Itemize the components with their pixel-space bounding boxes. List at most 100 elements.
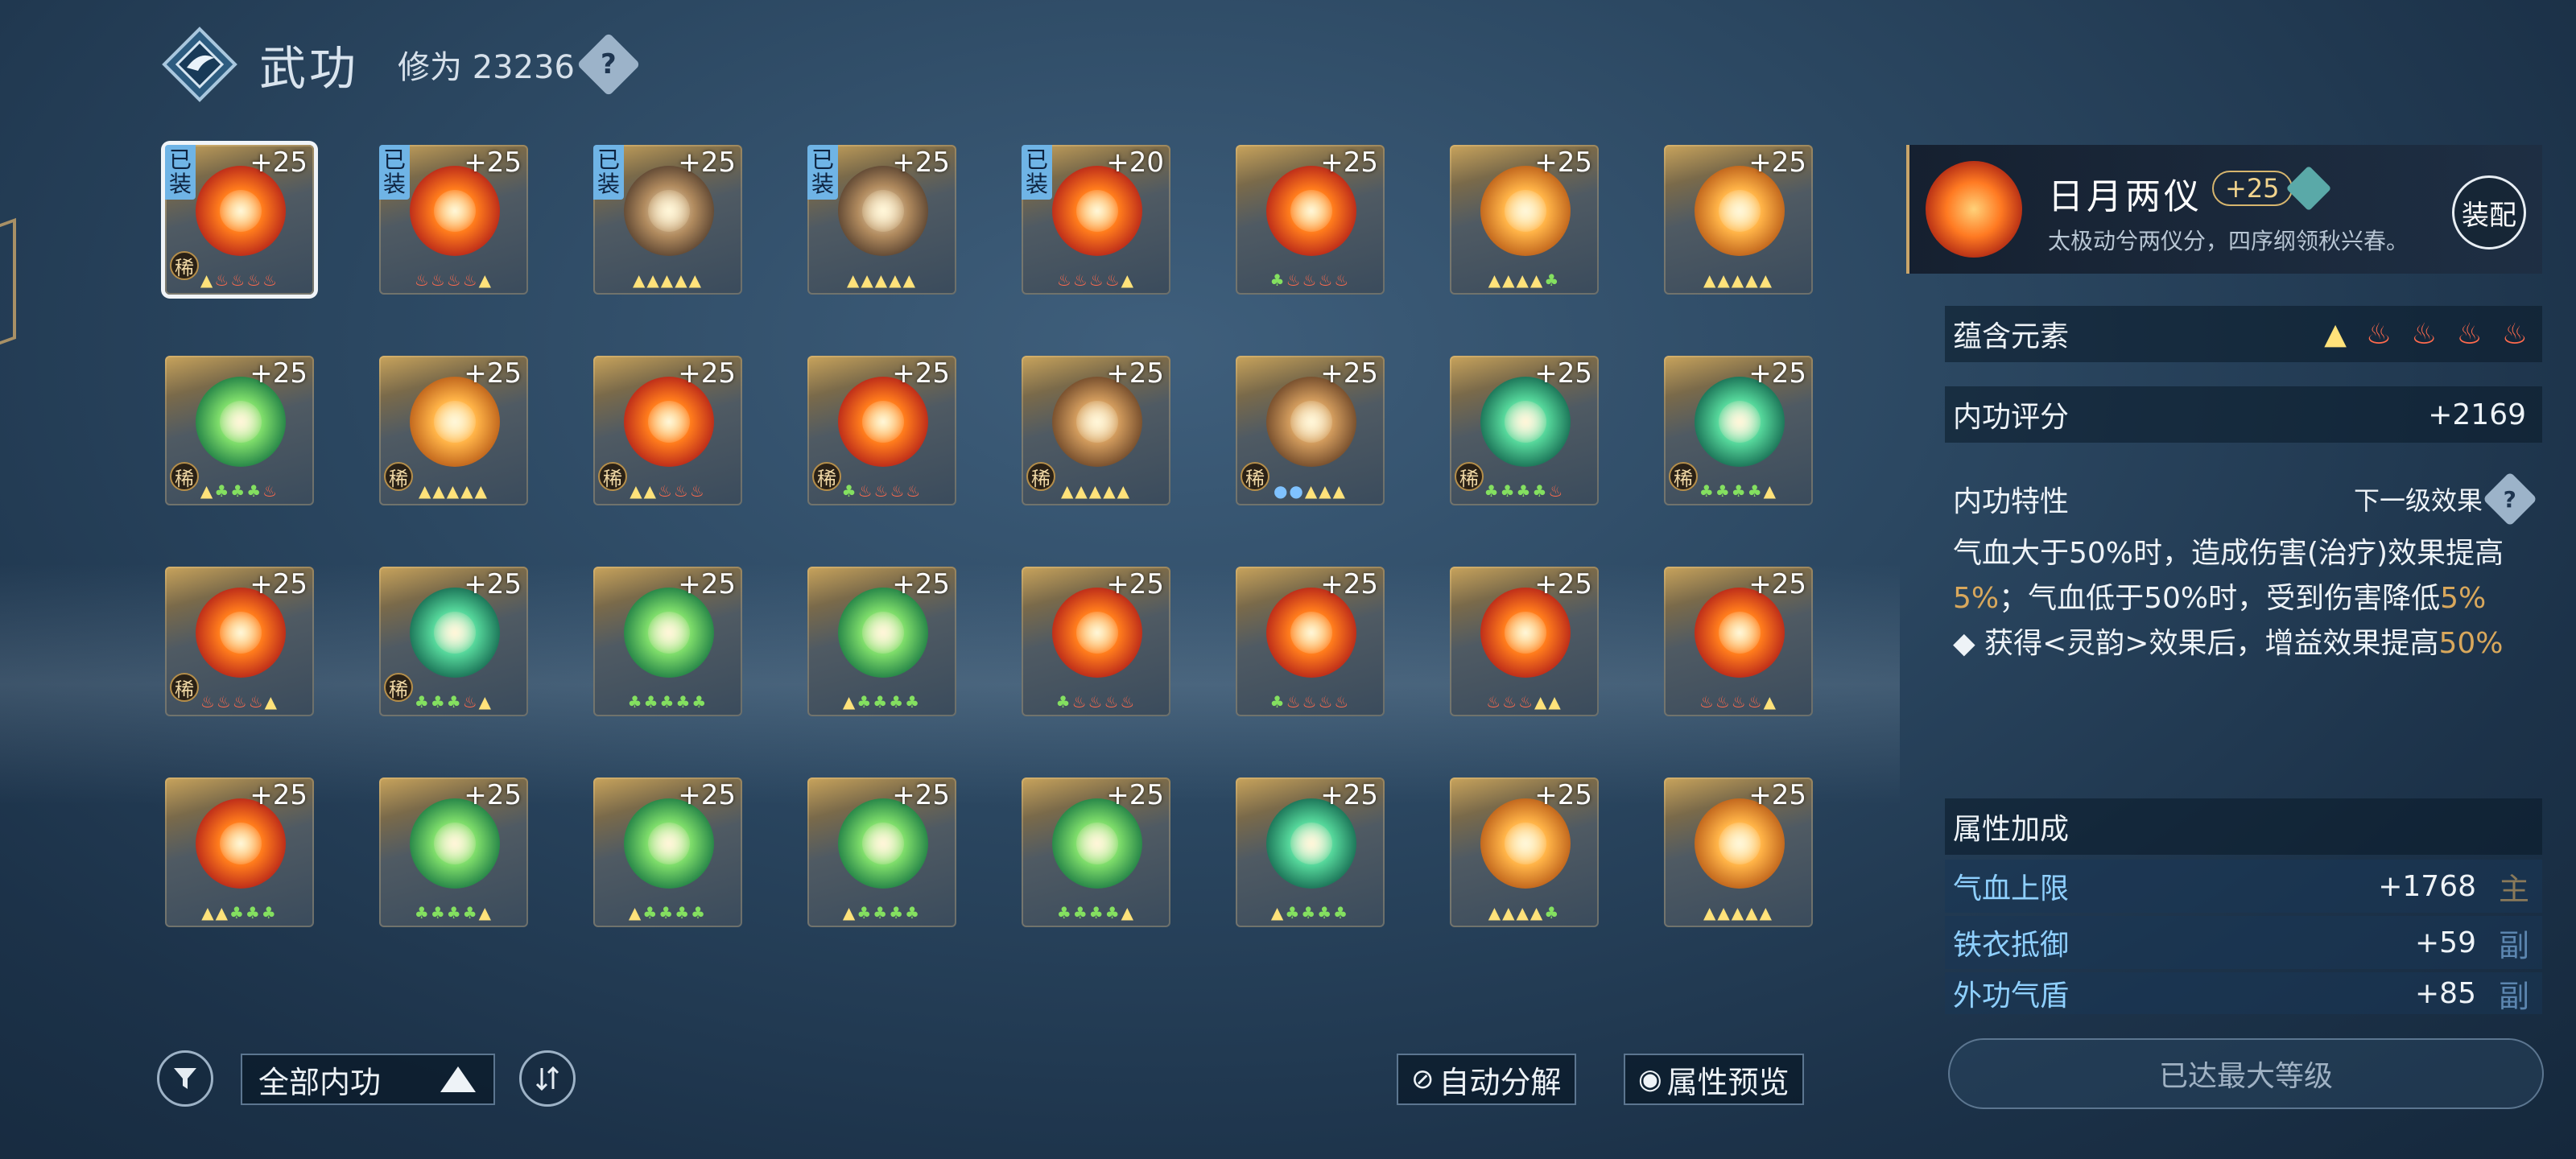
wood-element-icon: ♣	[1747, 481, 1764, 501]
inner-skill-card[interactable]: +25 ♣♨♨♨♨	[1236, 145, 1385, 295]
fire-element-icon: ♨	[2365, 317, 2392, 351]
traits-description: 气血大于50%时，造成伤害(治疗)效果提高5%；气血低于50%时，受到伤害降低5…	[1945, 531, 2542, 666]
inner-skill-card[interactable]: +25 ▲♣♣♣♣	[593, 777, 742, 927]
help-icon: ?	[2483, 472, 2537, 526]
element-icons: ▲▲▲▲♣	[1450, 903, 1599, 922]
inner-skill-card[interactable]: +25 稀 ▲♣♣♣♨	[165, 356, 314, 505]
metal-element-icon: ▲	[902, 270, 917, 290]
inner-skill-card[interactable]: +25 已装 ▲▲▲▲▲	[593, 145, 742, 295]
martial-arts-logo-icon	[161, 26, 238, 103]
filter-button[interactable]	[157, 1050, 213, 1107]
wood-element-icon: ♣	[446, 692, 463, 711]
equip-button[interactable]: 装配	[2452, 175, 2526, 250]
inner-skill-card[interactable]: +25 ♣♨♨♨♨	[1022, 567, 1170, 716]
wood-element-icon: ♣	[1731, 481, 1748, 501]
inner-skill-card[interactable]: +25 稀 ▲▲▲▲▲	[379, 356, 528, 505]
next-level-effect-button[interactable]: 下一级效果 ?	[2354, 472, 2537, 526]
inner-skill-card[interactable]: +25 已装 ▲▲▲▲▲	[807, 145, 956, 295]
inner-skill-card[interactable]: +25 ♨♨♨▲▲	[1450, 567, 1599, 716]
trait-text: ；气血低于50%时，受到伤害降低	[1999, 582, 2441, 615]
cultivation-value: 修为 23236	[398, 49, 575, 86]
wood-element-icon: ♣	[414, 903, 431, 922]
wood-element-icon: ♣	[229, 903, 246, 922]
metal-element-icon: ▲	[1061, 481, 1075, 501]
wood-element-icon: ♣	[889, 903, 906, 922]
water-element-icon: ●	[1273, 481, 1290, 501]
auto-decompose-button[interactable]: ⊘ 自动分解	[1397, 1054, 1576, 1105]
inner-skill-card[interactable]: +25 ▲▲♣♣♣	[165, 777, 314, 927]
inner-skill-card[interactable]: +20 已装 ♨♨♨♨▲	[1022, 145, 1170, 295]
inner-skill-card[interactable]: +25 稀 ♣♨♨♨♨	[807, 356, 956, 505]
wood-element-icon: ♣	[889, 692, 906, 711]
inner-skill-card[interactable]: +25 稀 ▲▲♨♨♨	[593, 356, 742, 505]
skill-filter-dropdown[interactable]: 全部内功	[241, 1054, 495, 1105]
score-row: 内功评分 +2169	[1945, 386, 2542, 443]
fire-element-icon: ♨	[1318, 270, 1335, 290]
wood-element-icon: ♣	[462, 903, 479, 922]
inner-skill-card[interactable]: +25 ▲▲▲▲▲	[1664, 777, 1813, 927]
attribute-name: 外功气盾	[1953, 980, 2070, 1013]
attribute-tag: 副	[2498, 978, 2529, 1014]
inner-skill-card[interactable]: +25 ▲▲▲▲▲	[1664, 145, 1813, 295]
skill-icon	[838, 588, 928, 678]
equipped-badge: 已装	[379, 145, 410, 200]
skill-level: +20	[1106, 146, 1164, 179]
fire-element-icon: ♨	[248, 692, 265, 711]
inner-skill-card[interactable]: +25 ♣♣♣♣♣	[593, 567, 742, 716]
wood-element-icon: ♣	[1072, 903, 1089, 922]
inner-skill-card[interactable]: +25 稀 ♣♣♣♨▲	[379, 567, 528, 716]
fire-element-icon: ♨	[1486, 692, 1503, 711]
inner-skill-card[interactable]: +25 稀 ♣♣♣♣▲	[1664, 356, 1813, 505]
fire-element-icon: ♨	[1056, 270, 1073, 290]
metal-element-icon: ▲	[200, 481, 215, 501]
skill-icon	[196, 377, 286, 467]
skill-icon	[196, 588, 286, 678]
help-icon[interactable]: ?	[576, 32, 641, 97]
metal-element-icon: ▲	[474, 481, 489, 501]
skill-icon	[1480, 588, 1571, 678]
skill-level: +25	[1748, 779, 1806, 811]
skill-icon	[1052, 798, 1142, 889]
skill-icon	[410, 377, 500, 467]
metal-element-icon: ▲	[419, 481, 433, 501]
metal-element-icon: ▲	[264, 692, 279, 711]
max-level-button[interactable]: 已达最大等级	[1948, 1038, 2544, 1109]
wood-element-icon: ♣	[1056, 903, 1073, 922]
attribute-preview-button[interactable]: ◉ 属性预览	[1624, 1054, 1804, 1105]
inner-skill-card[interactable]: +25 ▲♣♣♣♣	[807, 777, 956, 927]
element-icons: ♨♨♨♨▲	[379, 270, 528, 290]
inner-skill-card[interactable]: +25 ♣♣♣♣▲	[379, 777, 528, 927]
fire-element-icon: ♨	[1518, 692, 1535, 711]
metal-element-icon: ▲	[215, 903, 229, 922]
inner-skill-card[interactable]: +25 ♣♨♨♨♨	[1236, 567, 1385, 716]
inner-skill-card[interactable]: +25 稀 ●●▲▲▲	[1236, 356, 1385, 505]
inner-skill-card[interactable]: +25 已装稀 ▲♨♨♨♨	[165, 145, 314, 295]
inner-skill-card[interactable]: +25 ▲♣♣♣♣	[1236, 777, 1385, 927]
skill-level: +25	[1534, 568, 1592, 600]
metal-element-icon: ▲	[874, 270, 890, 290]
skill-icon	[410, 798, 500, 889]
skill-level: +25	[892, 146, 950, 179]
skill-level: +25	[892, 568, 950, 600]
sort-button[interactable]	[519, 1050, 576, 1107]
wood-element-icon: ♣	[1484, 481, 1501, 501]
wood-element-icon: ♣	[1088, 903, 1105, 922]
inner-skill-card[interactable]: +25 稀 ▲▲▲▲▲	[1022, 356, 1170, 505]
skill-icon	[1266, 377, 1356, 467]
inner-skill-card[interactable]: +25 ▲♣♣♣♣	[807, 567, 956, 716]
metal-element-icon: ▲	[847, 270, 861, 290]
score-label: 内功评分	[1953, 401, 2070, 434]
inner-skill-card[interactable]: +25 ♨♨♨♨▲	[1664, 567, 1813, 716]
inner-skill-card[interactable]: +25 ▲▲▲▲♣	[1450, 145, 1599, 295]
trait-highlight: 5%	[1953, 582, 2000, 615]
inner-skill-card[interactable]: +25 稀 ♣♣♣♣♨	[1450, 356, 1599, 505]
inner-skill-card[interactable]: +25 稀 ♨♨♨♨▲	[165, 567, 314, 716]
wood-element-icon: ♣	[675, 692, 692, 711]
inner-skill-card[interactable]: +25 ▲▲▲▲♣	[1450, 777, 1599, 927]
inner-skill-card[interactable]: +25 ♣♣♣♣▲	[1022, 777, 1170, 927]
skill-level: +25	[464, 357, 522, 390]
element-icons: ♣♣♣♨▲	[379, 692, 528, 711]
fire-element-icon: ♨	[214, 270, 231, 290]
fire-element-icon: ♨	[262, 481, 279, 501]
inner-skill-card[interactable]: +25 已装 ♨♨♨♨▲	[379, 145, 528, 295]
